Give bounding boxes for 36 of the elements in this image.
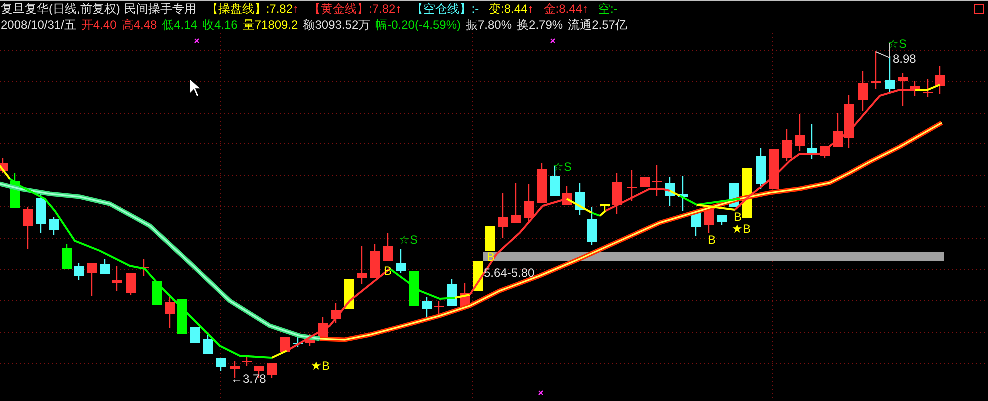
signal-label: B	[734, 211, 742, 224]
indicator-value: 变:8.44↑	[489, 1, 534, 17]
signal-label: ☆S	[888, 38, 908, 51]
formula-name: 民间操手专用	[124, 1, 196, 17]
window-box-icon[interactable]	[974, 4, 984, 14]
indicator-value: 【空仓线】:-	[412, 1, 480, 17]
price-label: 8.98	[893, 53, 916, 66]
signal-label: ☆S	[399, 234, 418, 247]
signal-label: B	[708, 234, 716, 247]
quote-field: 振7.80%	[466, 17, 512, 33]
indicator-value: 金:8.44↑	[544, 1, 588, 17]
quote-field: 量71809.2	[242, 17, 298, 33]
signal-label: B	[487, 251, 496, 264]
quote-field: 换2.79%	[517, 17, 564, 33]
mouse-cursor-icon	[190, 78, 202, 98]
indicator-value: 【操盘线】:7.82↑	[206, 1, 300, 17]
leader-line	[876, 42, 890, 59]
quote-field: 收4.16	[202, 17, 238, 33]
indicator-value: 空:-	[598, 1, 618, 17]
quote-field: 开4.40	[81, 17, 117, 33]
cross-icon	[194, 38, 200, 44]
signal-label: ☆S	[553, 161, 572, 174]
quote-field: 幅-0.20(-4.59%)	[376, 17, 461, 33]
stock-title: 复旦复华(日线,前复权)	[1, 1, 120, 17]
quote-date: 2008/10/31/五	[1, 17, 76, 33]
cross-icon	[538, 390, 544, 396]
signal-label: ★B	[732, 223, 752, 236]
quote-field: 额3093.52万	[303, 17, 371, 33]
indicator-value: 【黄金线】:7.82↑	[309, 1, 402, 17]
price-label: 5.64-5.80	[484, 267, 535, 280]
price-label: ←3.78	[231, 373, 266, 386]
quote-field: 高4.48	[122, 17, 158, 33]
quote-field: 流通2.57亿	[568, 17, 628, 33]
quote-field: 低4.14	[162, 17, 198, 33]
signal-label: ★B	[311, 360, 330, 373]
cross-icon	[550, 38, 556, 44]
